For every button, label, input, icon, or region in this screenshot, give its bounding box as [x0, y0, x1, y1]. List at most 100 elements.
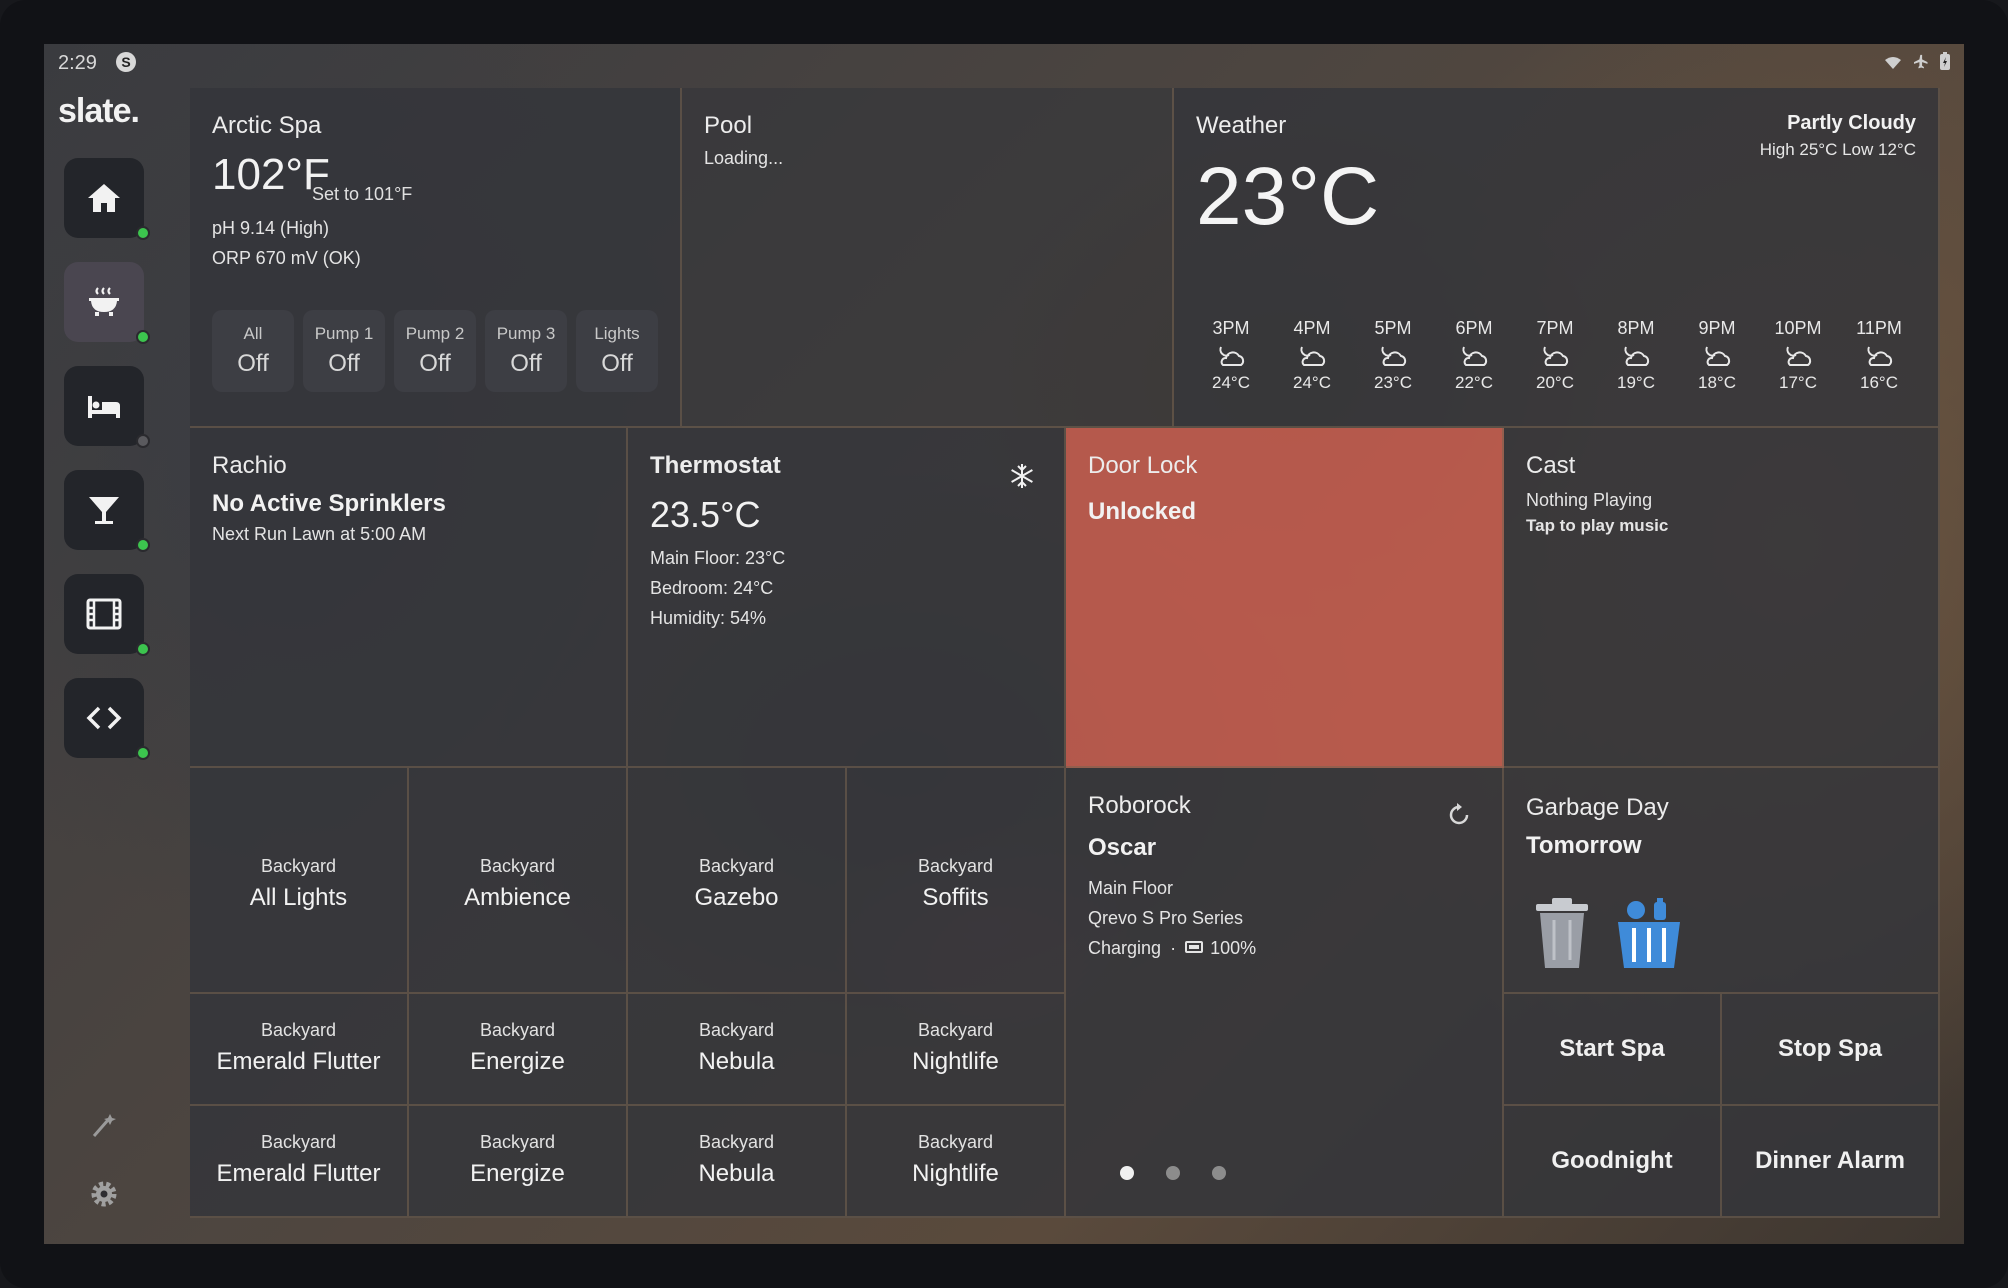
light-scene-room: Backyard — [479, 1132, 556, 1152]
nav-media[interactable] — [64, 574, 150, 656]
forecast-temp: 23°C — [1374, 373, 1412, 392]
spa-card[interactable]: Arctic Spa 102°F Set to 101°F pH 9.14 (H… — [190, 88, 682, 428]
forecast-hour: 9PM 18°C — [1682, 318, 1752, 393]
refresh-icon[interactable] — [1446, 802, 1472, 828]
home-icon — [88, 184, 120, 212]
light-scene-name: Nebula — [698, 1048, 775, 1075]
nav-bar[interactable] — [64, 470, 150, 552]
dinner-alarm-button[interactable]: Dinner Alarm — [1722, 1106, 1940, 1218]
light-scene-room: Backyard — [260, 1132, 337, 1152]
stop-spa-button[interactable]: Stop Spa — [1722, 994, 1940, 1106]
spa-title: Arctic Spa — [212, 112, 322, 139]
light-scene-room: Backyard — [917, 856, 994, 876]
door-lock-state: Unlocked — [1088, 498, 1197, 525]
spa-button-value: Off — [419, 350, 451, 377]
page-indicator[interactable] — [1120, 1166, 1226, 1180]
light-scene-button[interactable]: Backyard Emerald Flutter — [190, 1106, 409, 1218]
door-lock-card[interactable]: Door Lock Unlocked — [1066, 428, 1504, 768]
wand-icon[interactable] — [88, 1108, 120, 1140]
light-scene-name: Ambience — [464, 884, 571, 911]
page-dot[interactable] — [1166, 1166, 1180, 1180]
light-scene-button[interactable]: Backyard Emerald Flutter — [190, 994, 409, 1106]
forecast-hour-label: 10PM — [1774, 318, 1822, 338]
weather-card[interactable]: Weather 23°C Partly Cloudy High 25°C Low… — [1174, 88, 1940, 428]
light-scene-button[interactable]: Backyard Ambience — [409, 768, 628, 994]
light-scene-name: Energize — [470, 1048, 565, 1075]
rachio-card[interactable]: Rachio No Active Sprinklers Next Run Law… — [190, 428, 628, 768]
weather-condition: Partly Cloudy — [1787, 112, 1916, 134]
garbage-card[interactable]: Garbage Day Tomorrow — [1504, 768, 1940, 994]
spa-pump3-button[interactable]: Pump 3 Off — [485, 310, 567, 392]
light-scene-button[interactable]: Backyard Soffits — [847, 768, 1066, 994]
cocktail-icon — [89, 497, 119, 524]
light-scene-name: Gazebo — [694, 884, 779, 911]
dashboard-grid: Arctic Spa 102°F Set to 101°F pH 9.14 (H… — [190, 88, 1940, 1218]
forecast-hour-label: 5PM — [1374, 318, 1412, 338]
partly-cloudy-night-icon — [1786, 346, 1812, 366]
nav-hot-tub[interactable] — [64, 262, 150, 344]
thermostat-card[interactable]: Thermostat 23.5°C Main Floor: 23°C Bedro… — [628, 428, 1066, 768]
light-scene-room: Backyard — [260, 856, 337, 876]
film-icon — [86, 598, 122, 630]
cast-card[interactable]: Cast Nothing Playing Tap to play music — [1504, 428, 1940, 768]
light-scene-button[interactable]: Backyard Nebula — [628, 994, 847, 1106]
online-indicator — [136, 746, 150, 760]
roborock-card[interactable]: Roborock Oscar Main Floor Qrevo S Pro Se… — [1066, 768, 1504, 1218]
offline-indicator — [136, 434, 150, 448]
spa-pump1-button[interactable]: Pump 1 Off — [303, 310, 385, 392]
nav-developer[interactable] — [64, 678, 150, 760]
spa-button-label: All — [243, 324, 263, 343]
online-indicator — [136, 330, 150, 344]
page-dot[interactable] — [1120, 1166, 1134, 1180]
wifi-icon — [1885, 57, 1902, 69]
light-scene-button[interactable]: Backyard Nightlife — [847, 994, 1066, 1106]
cast-title: Cast — [1526, 452, 1576, 479]
light-scene-button[interactable]: Backyard Energize — [409, 1106, 628, 1218]
light-scene-room: Backyard — [479, 856, 556, 876]
online-indicator — [136, 538, 150, 552]
start-spa-button[interactable]: Start Spa — [1504, 994, 1722, 1106]
cast-status: Nothing Playing — [1526, 490, 1653, 510]
garbage-when: Tomorrow — [1526, 832, 1642, 859]
light-scene-name: Emerald Flutter — [216, 1048, 381, 1075]
nav-home[interactable] — [64, 158, 150, 240]
page-dot[interactable] — [1212, 1166, 1226, 1180]
light-scene-button[interactable]: Backyard Nightlife — [847, 1106, 1066, 1218]
light-scene-room: Backyard — [698, 1132, 775, 1152]
spa-all-button[interactable]: All Off — [212, 310, 294, 392]
partly-cloudy-night-icon — [1543, 346, 1569, 366]
hot-tub-icon — [89, 287, 119, 316]
forecast-hour: 6PM 22°C — [1439, 318, 1509, 393]
forecast-hour: 4PM 24°C — [1277, 318, 1347, 393]
spa-lights-button[interactable]: Lights Off — [576, 310, 658, 392]
light-scene-button[interactable]: Backyard Gazebo — [628, 768, 847, 994]
screen: 2:29 S slate. Arctic Spa 102°F Set to 10… — [44, 44, 1964, 1244]
forecast-hour-label: 11PM — [1856, 318, 1902, 338]
code-icon — [86, 706, 122, 730]
goodnight-button[interactable]: Goodnight — [1504, 1106, 1722, 1218]
forecast-temp: 17°C — [1779, 373, 1817, 392]
thermostat-bedroom: Bedroom: 24°C — [650, 578, 774, 598]
recycling-bin-icon — [1618, 898, 1680, 968]
forecast-hour: 10PM 17°C — [1763, 318, 1833, 393]
light-scene-name: Nebula — [698, 1160, 775, 1187]
forecast-temp: 24°C — [1212, 373, 1250, 392]
gear-icon[interactable] — [88, 1178, 120, 1210]
roborock-name: Oscar — [1088, 834, 1157, 861]
light-scene-name: Emerald Flutter — [216, 1160, 381, 1187]
spa-pump2-button[interactable]: Pump 2 Off — [394, 310, 476, 392]
light-scene-button[interactable]: Backyard Energize — [409, 994, 628, 1106]
forecast-hour-label: 4PM — [1293, 318, 1331, 338]
light-scene-name: Energize — [470, 1160, 565, 1187]
spa-button-value: Off — [601, 350, 633, 377]
pool-card[interactable]: Pool Loading... — [682, 88, 1174, 428]
light-scene-button[interactable]: Backyard All Lights — [190, 768, 409, 994]
light-scene-room: Backyard — [479, 1020, 556, 1040]
light-scene-button[interactable]: Backyard Nebula — [628, 1106, 847, 1218]
forecast-hour: 3PM 24°C — [1196, 318, 1266, 393]
rachio-next-run: Next Run Lawn at 5:00 AM — [212, 524, 427, 544]
forecast-hour: 8PM 19°C — [1601, 318, 1671, 393]
spa-button-value: Off — [237, 350, 269, 377]
nav-bedroom[interactable] — [64, 366, 150, 448]
partly-cloudy-night-icon — [1624, 346, 1650, 366]
